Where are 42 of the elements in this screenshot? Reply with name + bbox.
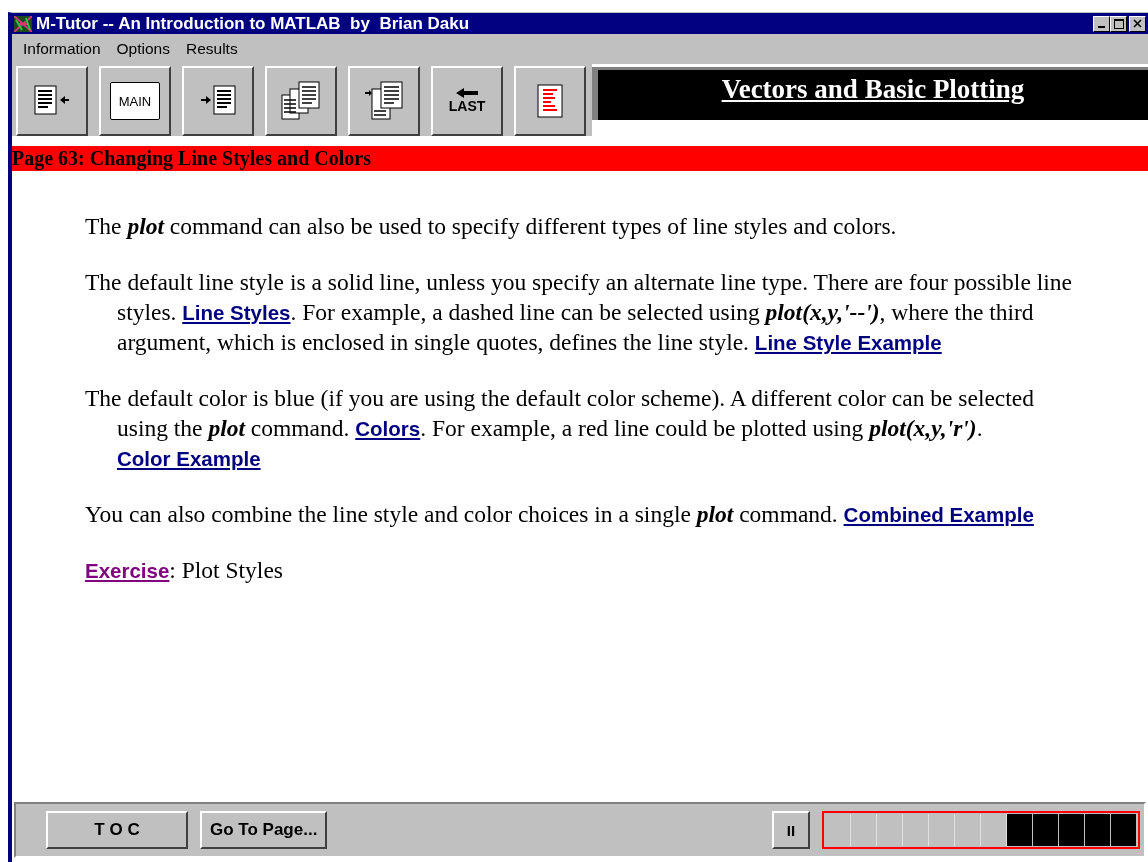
minimize-icon [1098,26,1105,28]
link[interactable]: Line Styles [182,301,291,324]
link[interactable]: Color Example [117,447,261,470]
toolbar-button[interactable] [514,66,586,136]
link[interactable]: Line Style Example [754,331,942,354]
paragraph: Exercise: Plot Styles [85,556,284,585]
toolbar-button[interactable]: LAST [431,66,503,136]
link[interactable]: Colors [355,417,421,440]
pause-button[interactable]: II [772,811,810,849]
menu-item[interactable]: Results [178,40,247,58]
arrow-left-icon [456,88,478,98]
page-header: Page 63: Changing Line Styles and Colors [12,146,1148,171]
paragraph: The default line style is a solid line, unless you specify an alternate line type. There are four possible line styles. Line Styles. For example, a dashed line can be selected using plot(x,y,'--'), where the third argument, which is enclosed in single quotes, defines the line style. Line Style Example [85,268,1073,357]
toolbar-button[interactable] [182,66,254,136]
nav-button[interactable]: Go To Page... [200,811,328,849]
paragraph: You can also combine the line style and color choices in a single plot command. Combined Example [85,500,1035,529]
paragraph: The default color is blue (if you are using the default color scheme). A different color can be selected using the plot command. Colors. For example, a red line could be plotted using plot(x,y,'r'). Color Example [85,384,1035,472]
last-label: LAST [448,98,486,114]
nav-button[interactable]: T O C [46,811,188,849]
arrow-stacked-pages-icon [364,81,404,121]
maximize-icon [1113,18,1124,29]
stacked-pages-icon [281,81,321,121]
toolbar-button[interactable] [16,66,88,136]
app-logo-icon [14,15,32,32]
section-title: Vectors and Basic Plotting [721,74,1025,105]
toolbar-button[interactable]: MAIN [99,66,171,136]
page-lines-icon [537,84,563,118]
toolbar-button[interactable] [265,66,337,136]
arrow-page-icon [200,84,236,118]
folder-icon: MAIN [110,82,160,120]
menu-item[interactable]: Information [16,40,110,58]
window-title: M-Tutor -- An Introduction to MATLAB by Brian Daku [36,13,471,34]
close-button[interactable] [1129,15,1146,32]
page-arrow-left-icon [34,84,70,118]
paragraph: The plot command can also be used to specify different types of line styles and colors. [85,212,898,241]
link[interactable]: Exercise [85,559,170,582]
minimize-button[interactable] [1093,15,1110,32]
toolbar-button[interactable] [348,66,420,136]
link[interactable]: Combined Example [843,503,1034,526]
close-icon [1133,19,1142,28]
maximize-button[interactable] [1110,15,1127,32]
menu-item[interactable]: Options [109,40,179,58]
